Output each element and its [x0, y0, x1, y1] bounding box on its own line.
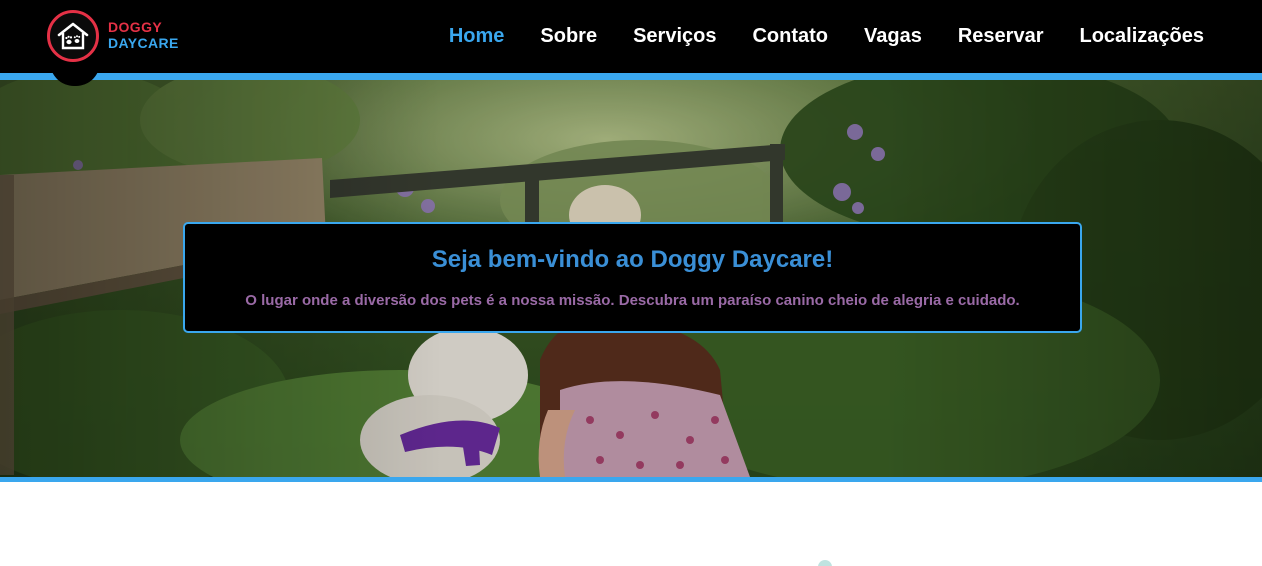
- hero-bottom-accent-bar: [0, 477, 1262, 482]
- nav-sobre-link[interactable]: Sobre: [540, 25, 597, 48]
- hero-banner: Seja bem-vindo ao Doggy Daycare! O lugar…: [0, 80, 1262, 477]
- brand-name[interactable]: DOGGY DAYCARE: [108, 19, 179, 51]
- welcome-subtitle: O lugar onde a diversão dos pets é a nos…: [245, 292, 1020, 309]
- brand-logo[interactable]: [47, 10, 99, 62]
- main-nav: Home Sobre Serviços Contato Vagas Reserv…: [449, 0, 1204, 73]
- dog-house-paw-icon: [57, 22, 89, 50]
- welcome-title: Seja bem-vindo ao Doggy Daycare!: [431, 246, 834, 273]
- brand-name-line-2: DAYCARE: [108, 35, 179, 51]
- navbar: Home Sobre Serviços Contato Vagas Reserv…: [0, 0, 1262, 73]
- nav-servicos-link[interactable]: Serviços: [633, 25, 716, 48]
- sections-peek: [0, 556, 1262, 566]
- nav-home-link[interactable]: Home: [449, 25, 505, 48]
- nav-reservar-link[interactable]: Reservar: [958, 25, 1044, 48]
- nav-vagas-link[interactable]: Vagas: [864, 25, 922, 48]
- navbar-accent-bar: [0, 73, 1262, 80]
- nav-localizacoes-link[interactable]: Localizações: [1079, 25, 1204, 48]
- welcome-box: Seja bem-vindo ao Doggy Daycare! O lugar…: [183, 222, 1082, 333]
- nav-contato-link[interactable]: Contato: [752, 25, 828, 48]
- brand-name-line-1: DOGGY: [108, 19, 163, 35]
- leaf-icon: [818, 560, 832, 566]
